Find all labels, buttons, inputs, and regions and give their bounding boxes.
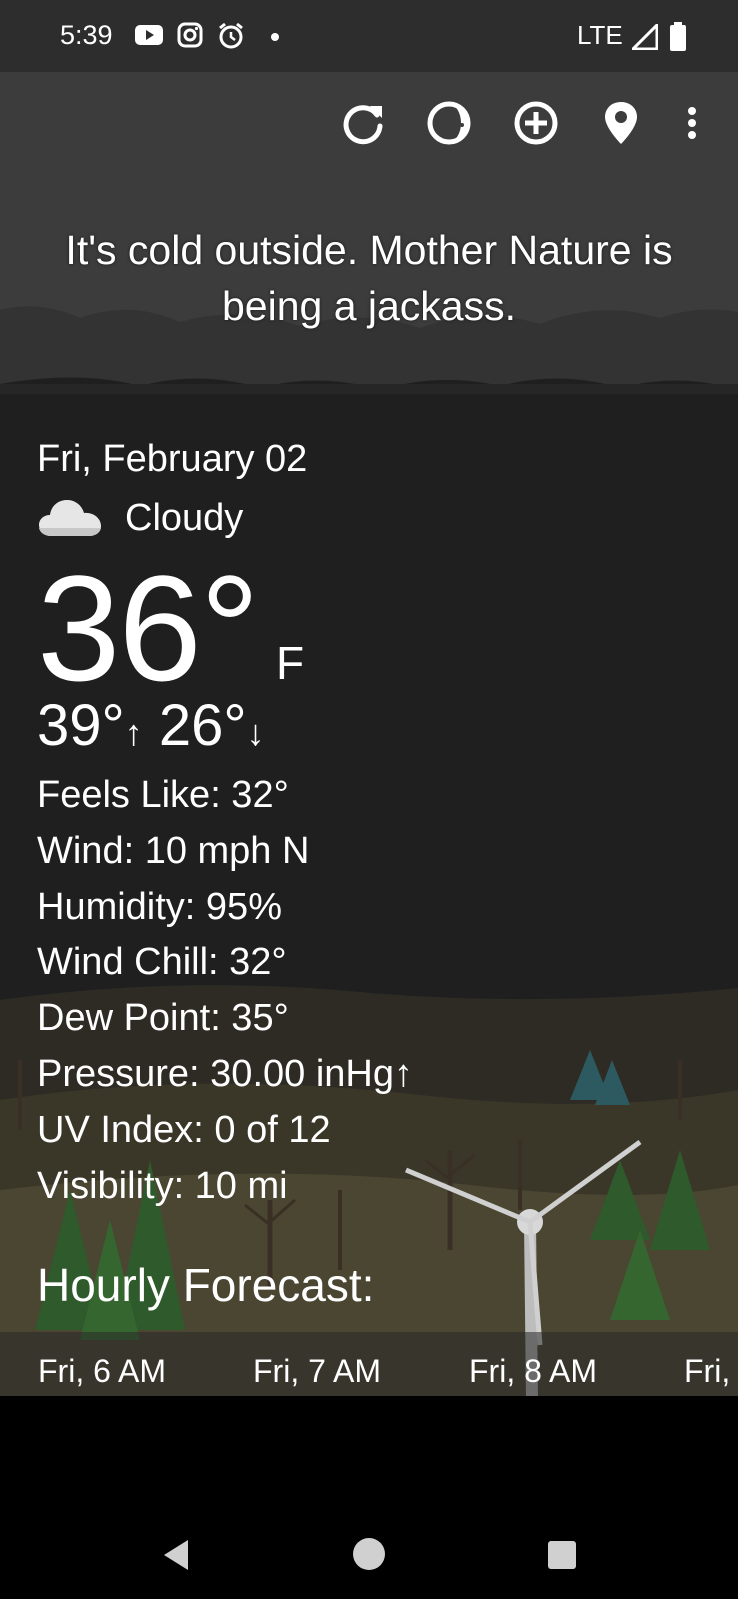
back-icon[interactable] <box>160 1538 192 1572</box>
hourly-item[interactable]: Fri, 7 AM <box>253 1353 381 1390</box>
condition-text: Cloudy <box>125 496 244 539</box>
current-date: Fri, February 02 <box>37 438 308 480</box>
cloud-icon <box>39 500 101 536</box>
recents-icon[interactable] <box>547 1540 577 1570</box>
instagram-icon <box>177 22 203 48</box>
more-options-icon <box>688 107 696 139</box>
refresh-icon <box>343 105 383 145</box>
battery-icon <box>670 22 686 51</box>
low-temperature: 26° <box>158 693 247 758</box>
hourly-item[interactable]: Fri, 8 AM <box>469 1353 597 1390</box>
signal-icon <box>632 24 658 50</box>
hourly-item[interactable]: Fri, 6 AM <box>38 1353 166 1390</box>
add-location-icon <box>514 101 558 145</box>
detail-pressure: Pressure: 30.00 inHg↑ <box>37 1053 413 1095</box>
home-icon[interactable] <box>352 1537 386 1571</box>
detail-humidity: Humidity: 95% <box>37 886 282 928</box>
hourly-forecast-title: Hourly Forecast: <box>37 1259 375 1311</box>
condition-row: Cloudy <box>37 496 243 540</box>
detail-wind-chill: Wind Chill: 32° <box>37 941 287 983</box>
dot-icon <box>271 33 279 41</box>
add-location-button[interactable] <box>509 96 563 150</box>
theme-button[interactable] <box>422 96 476 150</box>
refresh-button[interactable] <box>336 96 390 150</box>
detail-dew-point: Dew Point: 35° <box>37 997 289 1039</box>
location-button[interactable] <box>594 96 648 150</box>
temperature-unit: F <box>276 637 305 689</box>
detail-wind: Wind: 10 mph N <box>37 830 310 872</box>
network-type: LTE <box>577 20 623 50</box>
alarm-icon <box>219 22 243 49</box>
high-arrow-icon: ↑ <box>124 712 143 753</box>
weather-tagline: It's cold outside. Mother Nature is bein… <box>65 227 673 329</box>
theme-icon <box>427 101 471 145</box>
more-options-button[interactable] <box>672 96 712 150</box>
status-bar: 5:39 LTE <box>0 0 738 72</box>
high-low-row: 39°↑ 26°↓ <box>37 692 265 759</box>
high-temperature: 39° <box>37 693 125 758</box>
detail-feels-like: Feels Like: 32° <box>37 774 289 816</box>
detail-visibility: Visibility: 10 mi <box>37 1165 288 1207</box>
status-time: 5:39 <box>60 20 113 50</box>
location-pin-icon <box>605 102 637 144</box>
youtube-icon <box>135 25 163 45</box>
low-arrow-icon: ↓ <box>246 712 265 753</box>
detail-uv-index: UV Index: 0 of 12 <box>37 1109 331 1151</box>
current-temperature: 36° <box>37 544 260 712</box>
hourly-item[interactable]: Fri, <box>684 1353 730 1390</box>
